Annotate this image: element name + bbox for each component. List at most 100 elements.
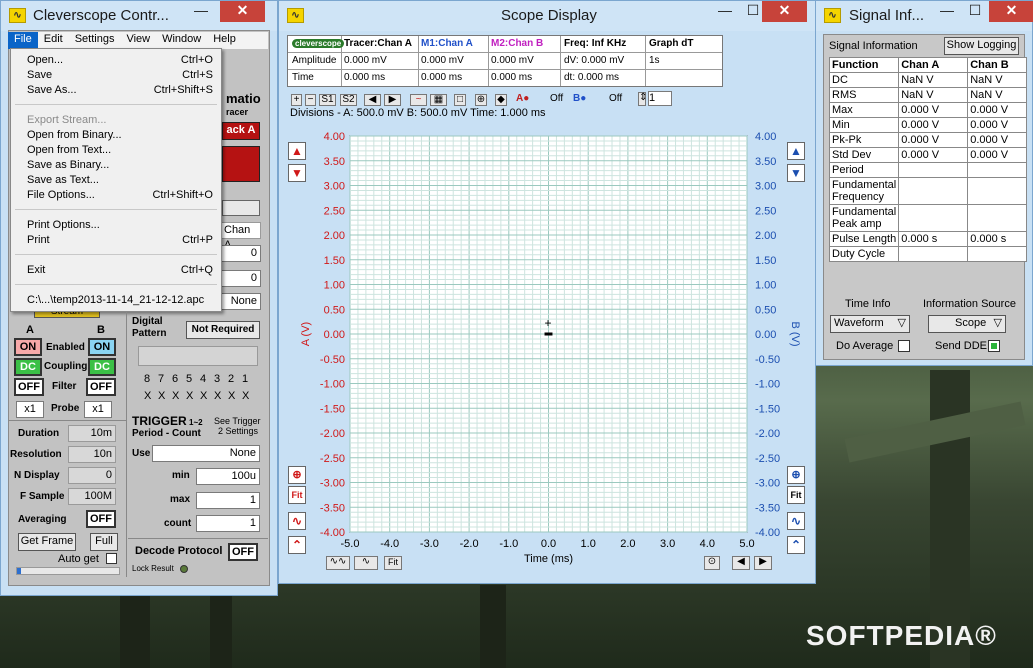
menu-settings[interactable]: Settings xyxy=(69,32,121,49)
minimize-button[interactable]: — xyxy=(933,1,961,22)
wave-slow-icon[interactable]: ∿ xyxy=(354,556,378,570)
track-a-button[interactable]: ack A xyxy=(222,122,260,140)
slope-selector[interactable] xyxy=(222,200,260,216)
bit-state[interactable]: X xyxy=(200,390,207,402)
maximize-button[interactable]: ☐ xyxy=(961,1,989,22)
close-button[interactable]: ✕ xyxy=(220,1,265,22)
scroll-right-icon[interactable]: ▶ xyxy=(754,556,772,570)
count-label: count xyxy=(164,518,192,529)
bit-state[interactable]: X xyxy=(144,390,151,402)
chan-b-probe-select[interactable]: x1 xyxy=(84,401,112,418)
page-field[interactable]: 1 xyxy=(648,91,672,106)
send-dde-checkbox[interactable] xyxy=(988,340,1000,352)
value-field[interactable]: 0 xyxy=(221,270,261,287)
window-title: Scope Display xyxy=(501,7,597,24)
duration-field[interactable]: 10m xyxy=(68,425,116,442)
resolution-field[interactable]: 10n xyxy=(68,446,116,463)
close-button[interactable]: ✕ xyxy=(762,1,807,22)
forward-arrow-icon[interactable]: ▶ xyxy=(384,94,401,106)
value-field[interactable]: 0 xyxy=(221,245,261,262)
grid-icon[interactable]: ▦ xyxy=(430,94,447,106)
time-info-dropdown[interactable]: Waveform ▽ xyxy=(830,315,910,333)
get-frame-button[interactable]: Get Frame xyxy=(18,533,76,551)
time-center-icon[interactable]: ⊙ xyxy=(704,556,720,570)
wave-icon[interactable]: ~ xyxy=(410,94,427,106)
time-value: 0.000 ms xyxy=(421,72,463,83)
table-cell: NaN V xyxy=(967,87,1028,103)
menu-save-as[interactable]: Save As... xyxy=(27,84,77,96)
menu-view[interactable]: View xyxy=(120,32,156,49)
minimize-button[interactable]: — xyxy=(711,1,739,22)
zoom-in-button[interactable]: + xyxy=(291,94,302,106)
wave-fast-icon[interactable]: ∿∿ xyxy=(326,556,350,570)
minimize-button[interactable]: — xyxy=(187,1,215,22)
min-field[interactable]: 100u xyxy=(196,468,260,485)
close-button[interactable]: ✕ xyxy=(989,1,1033,22)
chan-a-probe-select[interactable]: x1 xyxy=(16,401,44,418)
title-bar[interactable]: ∿ Cleverscope Contr... — ✕ xyxy=(1,1,277,31)
bit-state[interactable]: X xyxy=(214,390,221,402)
see-trigger-label: See Trigger xyxy=(214,416,261,426)
spinner-icon[interactable]: ⇕ xyxy=(638,92,647,106)
chan-b-enable-button[interactable]: ON xyxy=(88,338,116,356)
menu-edit[interactable]: Edit xyxy=(38,32,69,49)
bit-state[interactable]: X xyxy=(158,390,165,402)
bit-state[interactable]: X xyxy=(242,390,249,402)
zoom-out-button[interactable]: − xyxy=(305,94,316,106)
menu-print[interactable]: Print xyxy=(27,234,50,246)
fsample-field[interactable]: 100M xyxy=(68,488,116,505)
back-arrow-icon[interactable]: ◀ xyxy=(364,94,381,106)
max-field[interactable]: 1 xyxy=(196,492,260,509)
menu-help[interactable]: Help xyxy=(207,32,242,49)
s2-button[interactable]: S2 xyxy=(340,94,357,106)
count-field[interactable]: 1 xyxy=(196,515,260,532)
chan-a-filter-button[interactable]: OFF xyxy=(14,378,44,396)
bit-state[interactable]: X xyxy=(172,390,179,402)
chan-b-filter-button[interactable]: OFF xyxy=(86,378,116,396)
scroll-left-icon[interactable]: ◀ xyxy=(732,556,750,570)
center-icon[interactable]: ⊕ xyxy=(475,94,487,106)
menu-open-text[interactable]: Open from Text... xyxy=(27,144,111,156)
bit-label: 6 xyxy=(172,373,179,385)
off-label-1[interactable]: Off xyxy=(550,93,563,104)
title-bar[interactable]: ∿ Signal Inf... — ☐ ✕ xyxy=(816,1,1033,31)
show-logging-button[interactable]: Show Logging xyxy=(944,37,1019,55)
menu-file[interactable]: File xyxy=(8,32,38,49)
chan-a-select[interactable]: Chan A xyxy=(221,222,261,251)
bit-state[interactable]: X xyxy=(228,390,235,402)
chan-b-coupling-button[interactable]: DC xyxy=(88,358,116,376)
menu-save-binary[interactable]: Save as Binary... xyxy=(27,159,109,171)
not-required-button[interactable]: Not Required xyxy=(186,321,260,339)
square-icon[interactable]: □ xyxy=(454,94,466,106)
off-label-2[interactable]: Off xyxy=(609,93,622,104)
ndisplay-field[interactable]: 0 xyxy=(68,467,116,484)
scope-chart[interactable]: 4.00 4.003.50 3.503.00 3.002.50 2.502.00 2.00… xyxy=(284,126,814,572)
do-average-checkbox[interactable] xyxy=(898,340,910,352)
menu-open-binary[interactable]: Open from Binary... xyxy=(27,129,122,141)
marker-icon[interactable]: ◆ xyxy=(495,94,507,106)
full-button[interactable]: Full xyxy=(90,533,118,551)
menu-exit[interactable]: Exit xyxy=(27,264,45,276)
chan-a-coupling-button[interactable]: DC xyxy=(14,358,42,376)
use-field[interactable]: None xyxy=(152,445,260,462)
none-field[interactable]: None xyxy=(221,293,261,310)
bit-state[interactable]: X xyxy=(186,390,193,402)
menu-save-text[interactable]: Save as Text... xyxy=(27,174,99,186)
auto-get-checkbox[interactable] xyxy=(106,553,117,564)
menu-window[interactable]: Window xyxy=(156,32,207,49)
menu-recent-file[interactable]: C:\...\temp2013-11-14_21-12-12.apc xyxy=(27,294,204,306)
averaging-button[interactable]: OFF xyxy=(86,510,116,528)
menu-open[interactable]: Open... xyxy=(27,54,63,66)
s1-button[interactable]: S1 xyxy=(319,94,336,106)
chan-a-enable-button[interactable]: ON xyxy=(14,338,42,356)
decode-protocol-button[interactable]: OFF xyxy=(228,543,258,561)
info-source-dropdown[interactable]: Scope ▽ xyxy=(928,315,1006,333)
auto-get-label: Auto get xyxy=(58,553,99,565)
menu-save[interactable]: Save xyxy=(27,69,52,81)
chevron-down-icon: ▽ xyxy=(897,317,906,329)
menu-file-options[interactable]: File Options... xyxy=(27,189,95,201)
title-bar[interactable]: ∿ Scope Display — ☐ ✕ xyxy=(279,1,815,31)
menu-print-options[interactable]: Print Options... xyxy=(27,219,100,231)
time-fit-button[interactable]: Fit xyxy=(384,556,402,570)
digital-switch-row[interactable] xyxy=(138,346,258,366)
